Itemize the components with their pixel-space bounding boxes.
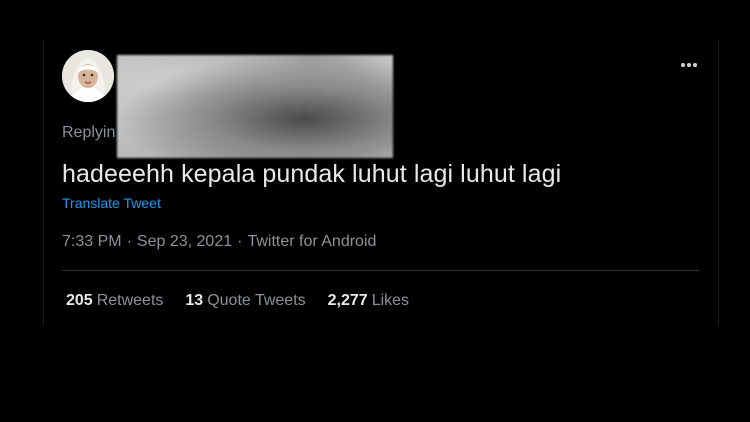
tweet-card: Replyin hadeeehh kepala pundak luhut lag… [43,40,719,326]
retweets-stat[interactable]: 205 Retweets [66,292,163,310]
translate-tweet-link[interactable]: Translate Tweet [62,195,161,211]
divider [62,270,699,271]
quote-tweets-stat[interactable]: 13 Quote Tweets [185,292,305,310]
likes-count: 2,277 [327,292,368,309]
user-avatar-icon [62,50,114,102]
more-options-button[interactable] [674,53,704,77]
tweet-date[interactable]: Sep 23, 2021 [137,233,232,250]
separator: · [126,233,132,250]
tweet-text: hadeeehh kepala pundak luhut lagi luhut … [62,160,562,188]
replying-to-label: Replyin [62,124,116,141]
avatar[interactable] [62,50,114,102]
tweet-metadata: 7:33 PM · Sep 23, 2021 · Twitter for Android [62,233,376,251]
retweets-count: 205 [66,292,93,309]
tweet-source[interactable]: Twitter for Android [247,233,376,250]
separator: · [237,233,243,250]
tweet-time[interactable]: 7:33 PM [62,233,122,250]
quotes-label: Quote Tweets [207,292,306,309]
likes-label: Likes [371,292,410,309]
more-horizontal-icon [680,63,698,67]
redacted-user-info [117,55,393,158]
likes-stat[interactable]: 2,277 Likes [328,292,409,310]
engagement-stats: 205 Retweets 13 Quote Tweets 2,277 Likes [66,292,409,310]
retweets-label: Retweets [96,292,164,309]
quotes-count: 13 [185,292,204,309]
